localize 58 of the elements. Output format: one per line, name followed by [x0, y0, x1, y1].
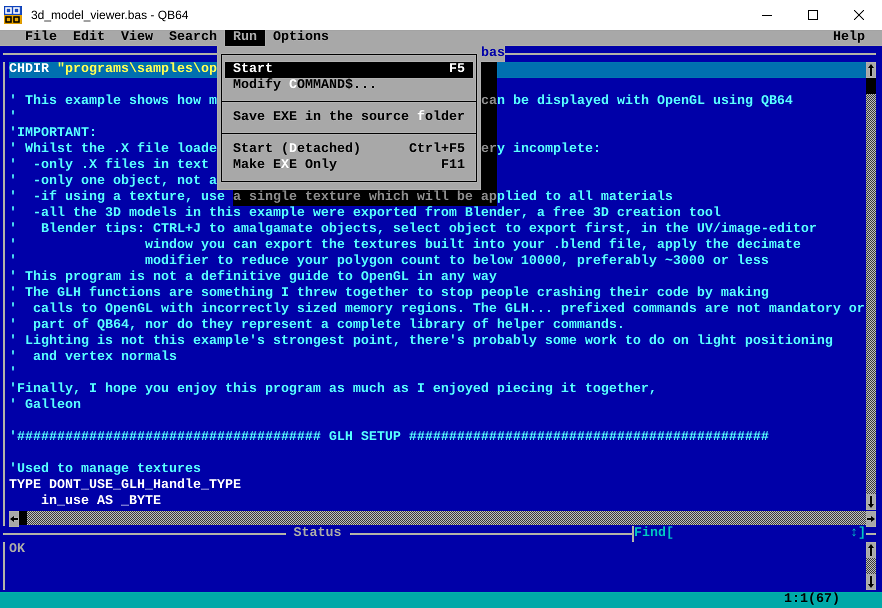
menu-item[interactable]: Search: [161, 30, 225, 46]
scroll-up-icon[interactable]: [866, 62, 876, 78]
code-line: ' -only .X files in text: [9, 158, 210, 174]
maximize-icon: [808, 10, 818, 20]
window-title: 3d_model_viewer.bas - QB64: [31, 7, 190, 23]
code-line: ' Whilst the .X file loade: [9, 142, 217, 158]
status-message: OK: [9, 542, 25, 557]
code-line: ' calls to OpenGL with incorrectly sized memory regions. The GLH... prefixed commands are not mandatory or: [9, 302, 865, 318]
menu-item[interactable]: Options: [265, 30, 337, 46]
editor-title: bas: [481, 46, 505, 62]
menu-item[interactable]: Modify COMMAND$...: [225, 78, 473, 94]
code-line: TYPE DONT_USE_GLH_Handle_TYPE: [9, 478, 241, 494]
scroll-up-icon[interactable]: [866, 542, 876, 558]
menu-item[interactable]: Start F5: [225, 62, 473, 78]
shadowed-text: a single texture which will be ap: [232, 190, 497, 206]
menu-item[interactable]: Save EXE in the source folder: [225, 110, 473, 126]
code-line: ' and vertex normals: [9, 350, 177, 366]
menu-item[interactable]: File: [17, 30, 65, 46]
scroll-thumb[interactable]: [866, 78, 876, 94]
close-icon: [854, 10, 864, 20]
cursor-position: 1:1(67): [784, 592, 840, 608]
code-line: y incomplete:: [497, 142, 601, 158]
code-line: ' Lighting is not this example's strongest point, there's probably some work to do on light positioning: [9, 334, 833, 350]
code-line: ' The GLH functions are something I threw together to stop people crashing their code by making: [9, 286, 769, 302]
code-line: ' modifier to reduce your polygon count to below 10000, preferably ~3000 or less: [9, 254, 769, 270]
help-menu[interactable]: Help: [825, 30, 873, 46]
scroll-left-icon[interactable]: [9, 511, 19, 527]
code-line: in_use AS _BYTE: [40, 494, 161, 510]
menu-item[interactable]: Make EXE Only F11: [225, 158, 473, 174]
menu-item[interactable]: Run: [225, 30, 265, 46]
menu-item[interactable]: View: [113, 30, 161, 46]
code-line: ' This example shows how m: [9, 94, 217, 110]
code-line: ' part of QB64, nor do they represent a complete library of helper commands.: [9, 318, 625, 334]
code-line: ': [9, 366, 17, 382]
app-icon: [4, 6, 22, 24]
find-field[interactable]: Find[ ↕]: [632, 526, 866, 542]
scroll-down-icon[interactable]: [866, 574, 876, 590]
menu-item[interactable]: Edit: [65, 30, 113, 46]
code-line: 'Used to manage textures: [9, 462, 201, 478]
code-line: ' This program is not a definitive guide to OpenGL in any way: [9, 270, 497, 286]
menu-item[interactable]: Start (Detached) Ctrl+F5: [225, 142, 473, 158]
code-line: 'IMPORTANT:: [9, 126, 98, 142]
shadowed-text: ca: [481, 94, 497, 110]
code-line: ' -only one object, not a: [9, 174, 217, 190]
code-line: ' Blender tips: CTRL+J to amalgamate objects, select object to export first, in the UV/image-editor: [9, 222, 817, 238]
code-line: plied to all materials: [496, 190, 673, 206]
shadowed-text: er: [481, 142, 497, 158]
code-line: n be displayed with OpenGL using QB64: [497, 94, 793, 110]
code-line: ' -all the 3D models in this example were exported from Blender, a free 3D creation tool: [9, 206, 721, 222]
scroll-down-icon[interactable]: [866, 494, 876, 510]
scroll-thumb[interactable]: [19, 511, 27, 525]
scroll-right-icon[interactable]: [866, 511, 876, 527]
code-line: ' Galleon: [9, 398, 81, 414]
code-line: '###################################### GLH SETUP #############################################: [9, 430, 769, 446]
code-line: ' -if using a texture, use: [9, 190, 226, 206]
code-line: ': [9, 110, 18, 126]
code-line: ' window you can export the textures built into your .blend file, apply the decimate: [9, 238, 801, 254]
code-line: 'Finally, I hope you enjoy this program as much as I enjoyed piecing it together,: [9, 382, 657, 398]
